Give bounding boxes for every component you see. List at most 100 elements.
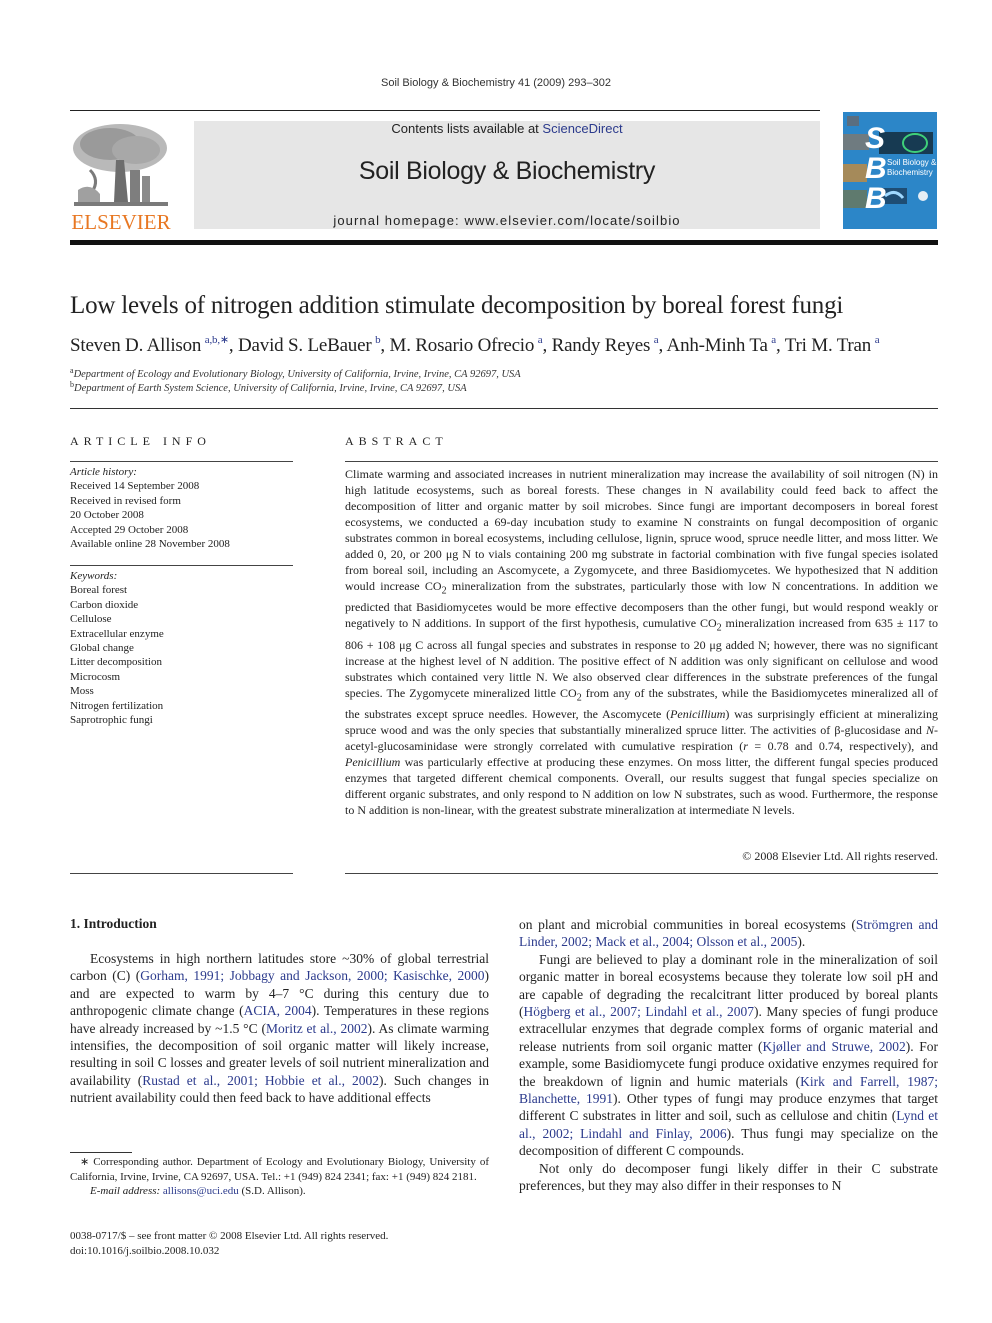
author-list: Steven D. Allison a,b,∗, David S. LeBaue… xyxy=(70,333,950,357)
author-separator: , xyxy=(775,335,785,356)
corresponding-author-footnote: ∗ Corresponding author. Department of Ec… xyxy=(70,1155,489,1199)
author-affiliation-mark[interactable]: a,b,∗ xyxy=(205,334,229,346)
header-thick-rule xyxy=(70,240,938,245)
genus-name: Penicillium xyxy=(670,707,726,722)
email-label: E-mail address: xyxy=(90,1185,161,1198)
genus-name: Penicillium xyxy=(345,755,401,770)
author[interactable]: David S. LeBauer b xyxy=(238,334,381,356)
cover-caption: Soil Biology & Biochemistry xyxy=(887,158,936,178)
citation-link[interactable]: Kjøller and Struwe, 2002 xyxy=(762,1039,905,1054)
paragraph: Fungi are believed to play a dominant ro… xyxy=(519,951,938,1160)
keyword: Saprotrophic fungi xyxy=(70,714,153,727)
author-separator: , xyxy=(542,335,552,356)
keywords-label: Keywords: xyxy=(70,570,118,582)
elsevier-wordmark: ELSEVIER xyxy=(71,210,171,234)
abstract-copyright: © 2008 Elsevier Ltd. All rights reserved… xyxy=(742,849,938,863)
footnote-text: Corresponding author. Department of Ecol… xyxy=(70,1156,489,1183)
footnote-rule xyxy=(70,1152,132,1153)
author-affiliation-mark[interactable]: a xyxy=(875,334,880,346)
keyword: Microcosm xyxy=(70,670,121,683)
author[interactable]: Anh-Minh Ta a xyxy=(666,334,777,356)
author-separator: , xyxy=(228,335,239,356)
abstract-rule xyxy=(345,461,938,462)
author-name: Steven D. Allison xyxy=(70,335,202,356)
journal-homepage[interactable]: journal homepage: www.elsevier.com/locat… xyxy=(194,213,820,228)
history-item: Available online 28 November 2008 xyxy=(70,538,230,551)
keywords-rule xyxy=(70,565,293,566)
author-name: David S. LeBauer xyxy=(238,335,372,356)
history-item: 20 October 2008 xyxy=(70,509,144,522)
author[interactable]: Steven D. Allison a,b,∗ xyxy=(70,334,229,356)
author-separator: , xyxy=(658,335,667,356)
history-item: Received 14 September 2008 xyxy=(70,480,200,493)
author-name: Tri M. Tran xyxy=(784,335,872,356)
keyword: Extracellular enzyme xyxy=(70,627,164,640)
cover-letter-b1: B xyxy=(865,152,887,185)
keyword: Global change xyxy=(70,642,134,655)
citation-link[interactable]: Gorham, 1991; Jobbagy and Jackson, 2000;… xyxy=(140,968,484,983)
history-label: Article history: xyxy=(70,466,137,478)
cover-caption-line2: Biochemistry xyxy=(887,168,933,177)
citation-link[interactable]: Högberg et al., 2007; Lindahl et al., 20… xyxy=(524,1004,755,1019)
cover-letter-s: S xyxy=(865,122,886,155)
keyword: Carbon dioxide xyxy=(70,598,139,611)
contents-line: Contents lists available at ScienceDirec… xyxy=(194,121,820,136)
cover-letter-b2: B xyxy=(865,182,887,215)
issn-line: 0038-0717/$ – see front matter © 2008 El… xyxy=(70,1230,389,1242)
cover-letters: S B B xyxy=(865,124,887,214)
keyword: Boreal forest xyxy=(70,584,128,597)
body-column-right: on plant and microbial communities in bo… xyxy=(519,916,938,1195)
keyword: Moss xyxy=(70,685,94,698)
keyword: Litter decomposition xyxy=(70,656,162,669)
text-segment: on plant and microbial communities in bo… xyxy=(519,917,856,932)
doi-line[interactable]: doi:10.1016/j.soilbio.2008.10.032 xyxy=(70,1244,489,1259)
keyword: Cellulose xyxy=(70,613,112,626)
article-info-heading: ARTICLE INFO xyxy=(70,434,211,448)
title-block-rule xyxy=(70,408,938,409)
elsevier-tree-icon xyxy=(70,120,172,208)
article-title: Low levels of nitrogen addition stimulat… xyxy=(70,292,844,319)
author[interactable]: M. Rosario Ofrecio a xyxy=(389,334,543,356)
journal-title: Soil Biology & Biochemistry xyxy=(358,157,656,185)
author-name: Randy Reyes xyxy=(551,335,651,356)
affiliation-text: Department of Ecology and Evolutionary B… xyxy=(73,369,521,380)
contents-prefix: Contents lists available at xyxy=(391,121,543,136)
sciencedirect-link[interactable]: ScienceDirect xyxy=(542,121,622,136)
abstract-segment: = 0.78 and 0.74, respectively), and xyxy=(747,739,939,754)
paragraph: Ecosystems in high northern latitudes st… xyxy=(70,950,489,1107)
author[interactable]: Randy Reyes a xyxy=(551,334,659,356)
issn-block: 0038-0717/$ – see front matter © 2008 El… xyxy=(70,1229,489,1258)
history-item: Received in revised form xyxy=(70,494,181,507)
italic-n: N xyxy=(925,723,934,738)
author-name: Anh-Minh Ta xyxy=(666,335,768,356)
author-name: M. Rosario Ofrecio xyxy=(389,335,535,356)
affiliation-b: bDepartment of Earth System Science, Uni… xyxy=(70,380,950,394)
history-item: Accepted 29 October 2008 xyxy=(70,523,189,536)
journal-cover[interactable]: S B B Soil Biology & Biochemistry xyxy=(843,112,937,229)
section-heading-introduction: 1. Introduction xyxy=(70,916,157,931)
keywords: Keywords: Boreal forest Carbon dioxide C… xyxy=(70,569,293,727)
author[interactable]: Tri M. Tran a xyxy=(784,334,880,356)
paragraph: Not only do decomposer fungi likely diff… xyxy=(519,1160,938,1194)
affiliation-a: aDepartment of Ecology and Evolutionary … xyxy=(70,366,950,380)
keyword: Nitrogen fertilization xyxy=(70,699,164,712)
running-head: Soil Biology & Biochemistry 41 (2009) 29… xyxy=(381,77,611,89)
journal-banner: Contents lists available at ScienceDirec… xyxy=(194,121,820,229)
article-history: Article history: Received 14 September 2… xyxy=(70,465,293,551)
abstract-heading: ABSTRACT xyxy=(345,434,448,448)
footnote-star: ∗ xyxy=(80,1156,90,1168)
abstract-segment: was particularly effective at producing … xyxy=(345,755,938,818)
email-suffix: (S.D. Allison). xyxy=(238,1185,306,1198)
text-segment: ). xyxy=(797,934,806,950)
citation-link[interactable]: Rustad et al., 2001; Hobbie et al., 2002 xyxy=(142,1073,379,1088)
abstract-bottom-rule xyxy=(345,873,938,874)
elsevier-logo[interactable]: ELSEVIER xyxy=(70,120,172,235)
article-info-rule xyxy=(70,461,293,462)
abstract-text: Climate warming and associated increases… xyxy=(345,466,938,818)
header-rule xyxy=(70,110,820,111)
citation-link[interactable]: ACIA, 2004 xyxy=(244,1003,312,1018)
email-link[interactable]: allisons@uci.edu xyxy=(163,1185,239,1197)
body-column-left: Ecosystems in high northern latitudes st… xyxy=(70,950,489,1107)
citation-link[interactable]: Moritz et al., 2002 xyxy=(266,1021,368,1036)
article-info-bottom-rule xyxy=(70,873,293,874)
